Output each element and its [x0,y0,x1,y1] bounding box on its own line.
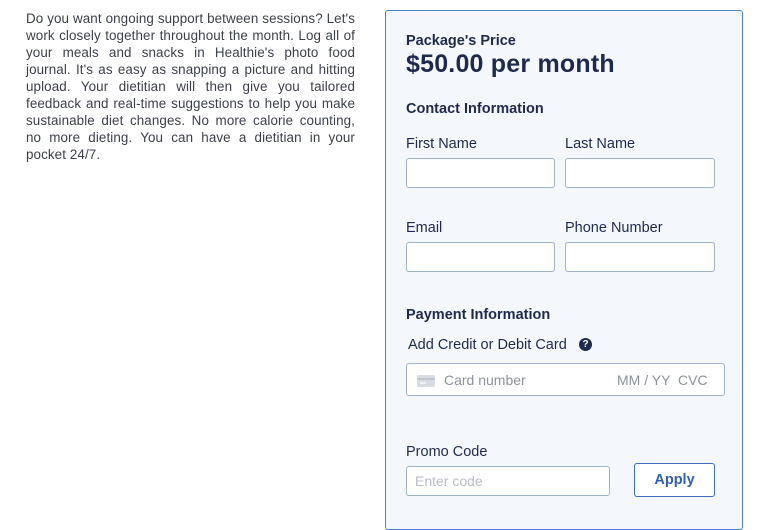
phone-field[interactable] [565,242,715,272]
price-value: $50.00 per month [406,50,615,78]
checkout-panel: Package's Price $50.00 per month Contact… [385,10,743,530]
card-cvc-field[interactable]: CVC [678,372,708,388]
card-number-field[interactable]: Card number [444,372,526,388]
first-name-field[interactable] [406,158,555,188]
package-description: Do you want ongoing support between sess… [26,11,355,162]
credit-card-icon [417,375,435,387]
promo-code-label: Promo Code [406,444,488,460]
last-name-label: Last Name [565,136,636,152]
phone-label: Phone Number [565,220,663,236]
help-circle-icon[interactable]: ? [579,338,592,351]
first-name-label: First Name [406,136,477,152]
payment-section-title: Payment Information [406,307,551,323]
card-input[interactable]: Card number MM / YY CVC [406,363,725,396]
card-expiry-field[interactable]: MM / YY [617,372,670,388]
contact-section-title: Contact Information [406,101,544,117]
apply-button[interactable]: Apply [634,463,715,497]
last-name-field[interactable] [565,158,715,188]
price-label: Package's Price [406,33,516,49]
email-label: Email [406,220,443,236]
promo-code-input[interactable] [406,466,610,496]
email-field[interactable] [406,242,555,272]
card-label: Add Credit or Debit Card [408,337,567,353]
